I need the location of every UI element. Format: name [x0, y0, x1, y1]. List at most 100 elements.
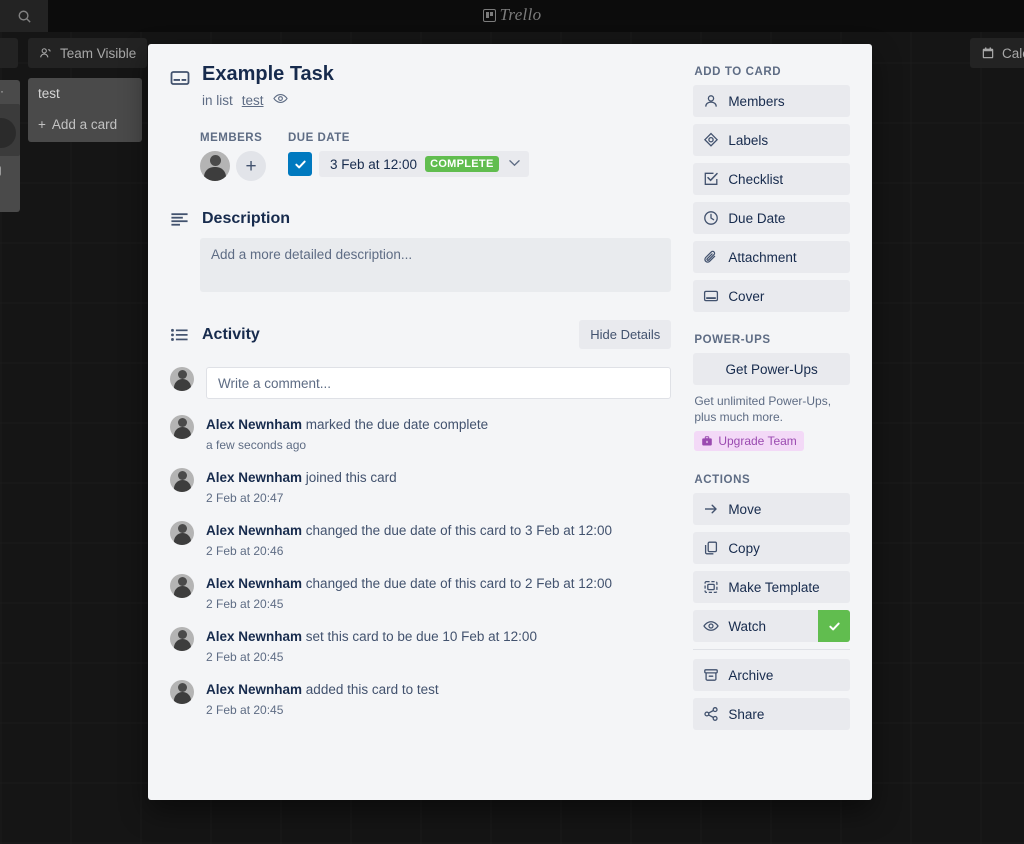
activity-body: Alex Newnham joined this card 2 Feb at 2… — [206, 468, 397, 505]
in-list-name[interactable]: test — [242, 93, 264, 108]
upgrade-team-label: Upgrade Team — [718, 434, 797, 448]
copy-icon — [703, 540, 719, 556]
add-member-button[interactable]: + — [236, 151, 266, 181]
sidebar-item-copy[interactable]: Copy — [693, 532, 850, 564]
sidebar-item-due-date[interactable]: Due Date — [693, 202, 850, 234]
calendar-label: Cale — [1002, 45, 1024, 61]
modal-main-column: Example Task in list test MEMBERS + DUE … — [166, 62, 672, 737]
due-date-checkbox[interactable] — [288, 152, 312, 176]
archive-icon — [703, 667, 719, 683]
sidebar-item-watch[interactable]: Watch — [693, 610, 850, 642]
comment-row — [170, 367, 672, 399]
person-icon — [703, 93, 719, 109]
activity-timestamp: a few seconds ago — [206, 438, 307, 452]
activity-timestamp: 2 Feb at 20:45 — [206, 703, 284, 717]
briefcase-icon — [702, 436, 713, 446]
sidebar-item-label: Archive — [728, 667, 774, 683]
sidebar-item-move[interactable]: Move — [693, 493, 850, 525]
watch-enabled-indicator[interactable] — [818, 610, 850, 642]
activity-text: Alex Newnham marked the due date complet… — [206, 416, 488, 434]
board-header-left-stub[interactable] — [0, 38, 18, 68]
cover-icon — [703, 288, 719, 304]
activity-action: changed the due date of this card to 2 F… — [305, 576, 613, 591]
people-icon — [40, 48, 51, 58]
calendar-icon — [982, 47, 994, 59]
upgrade-team-badge[interactable]: Upgrade Team — [694, 431, 804, 451]
activity-text: Alex Newnham changed the due date of thi… — [206, 575, 612, 593]
team-visible-button[interactable]: Team Visible — [28, 38, 148, 68]
actions-list: Move Copy Make Template Watch — [693, 493, 850, 642]
sidebar-item-archive[interactable]: Archive — [693, 659, 850, 691]
label-icon — [703, 132, 719, 148]
hide-details-button[interactable]: Hide Details — [579, 320, 672, 349]
sidebar-item-checklist[interactable]: Checklist — [693, 163, 850, 195]
side-panel-icon — [0, 166, 1, 176]
sidebar-item-make-template[interactable]: Make Template — [693, 571, 850, 603]
modal-body: Example Task in list test MEMBERS + DUE … — [148, 44, 872, 737]
sidebar-item-labels[interactable]: Labels — [693, 124, 850, 156]
comment-input[interactable] — [206, 367, 672, 399]
due-date-button[interactable]: 3 Feb at 12:00 COMPLETE — [319, 151, 529, 177]
activity-text: Alex Newnham changed the due date of thi… — [206, 522, 612, 540]
activity-body: Alex Newnham changed the due date of thi… — [206, 521, 612, 558]
due-date-section: DUE DATE 3 Feb at 12:00 COMPLETE — [288, 132, 529, 181]
activity-item: Alex Newnham changed the due date of thi… — [170, 574, 671, 611]
activity-author[interactable]: Alex Newnham — [206, 470, 302, 485]
side-panel-thumbnail — [0, 104, 20, 156]
avatar[interactable] — [170, 415, 194, 439]
get-power-ups-button[interactable]: Get Power-Ups — [693, 353, 850, 385]
board-list-test[interactable]: test + Add a card — [28, 78, 142, 142]
activity-author[interactable]: Alex Newnham — [206, 629, 302, 644]
sidebar-item-members[interactable]: Members — [693, 85, 850, 117]
activity-body: Alex Newnham marked the due date complet… — [206, 415, 488, 452]
avatar[interactable] — [170, 367, 194, 391]
avatar[interactable] — [170, 574, 194, 598]
activity-text: Alex Newnham added this card to test — [206, 681, 439, 699]
activity-timestamp: 2 Feb at 20:46 — [206, 544, 284, 558]
check-icon — [294, 160, 306, 168]
avatar[interactable] — [170, 521, 194, 545]
sidebar-item-label: Cover — [728, 288, 765, 304]
members-section: MEMBERS + — [200, 132, 266, 181]
card-detail-modal: ✕ Example Task in list test — [148, 44, 872, 800]
activity-heading: Activity — [202, 325, 260, 343]
add-to-card-heading: ADD TO CARD — [694, 66, 782, 78]
calendar-button[interactable]: Cale — [970, 38, 1024, 68]
share-icon — [703, 706, 719, 722]
members-list: + — [200, 151, 266, 181]
activity-header: Activity Hide Details — [166, 320, 672, 349]
modal-sidebar: ADD TO CARD Members Labels Checklist Due Da… — [693, 62, 850, 737]
power-ups-heading: POWER-UPS — [694, 334, 771, 346]
eye-icon[interactable] — [272, 91, 288, 109]
activity-author[interactable]: Alex Newnham — [206, 417, 302, 432]
avatar[interactable] — [170, 627, 194, 651]
avatar[interactable] — [200, 151, 230, 181]
activity-item: Alex Newnham changed the due date of thi… — [170, 521, 671, 558]
activity-author[interactable]: Alex Newnham — [206, 682, 302, 697]
members-label: MEMBERS — [200, 132, 263, 144]
activity-icon — [170, 325, 189, 344]
due-date-row: 3 Feb at 12:00 COMPLETE — [288, 151, 529, 177]
activity-action: marked the due date complete — [305, 417, 489, 432]
activity-author[interactable]: Alex Newnham — [206, 523, 302, 538]
sidebar-item-cover[interactable]: Cover — [693, 280, 850, 312]
activity-item: Alex Newnham added this card to test 2 F… — [170, 680, 671, 717]
add-a-card-button[interactable]: + Add a card — [38, 117, 132, 132]
board-side-panel[interactable]: ··· — [0, 80, 20, 212]
sidebar-item-share[interactable]: Share — [693, 698, 850, 730]
card-meta-row: MEMBERS + DUE DATE 3 Feb at 12:00 COMPLE… — [200, 132, 671, 181]
activity-list: Alex Newnham marked the due date complet… — [170, 415, 671, 717]
avatar[interactable] — [170, 468, 194, 492]
top-bar: Trello — [0, 0, 1024, 32]
actions-heading: ACTIONS — [694, 474, 751, 486]
chevron-down-icon — [508, 158, 520, 170]
sidebar-item-attachment[interactable]: Attachment — [693, 241, 850, 273]
avatar[interactable] — [170, 680, 194, 704]
activity-author[interactable]: Alex Newnham — [206, 576, 302, 591]
team-visible-label: Team Visible — [60, 45, 137, 61]
activity-item: Alex Newnham set this card to be due 10 … — [170, 627, 671, 664]
sidebar-item-label: Make Template — [728, 579, 820, 595]
sidebar-item-label: Share — [728, 706, 765, 722]
description-input[interactable]: Add a more detailed description... — [200, 238, 672, 292]
eye-icon — [703, 618, 720, 634]
